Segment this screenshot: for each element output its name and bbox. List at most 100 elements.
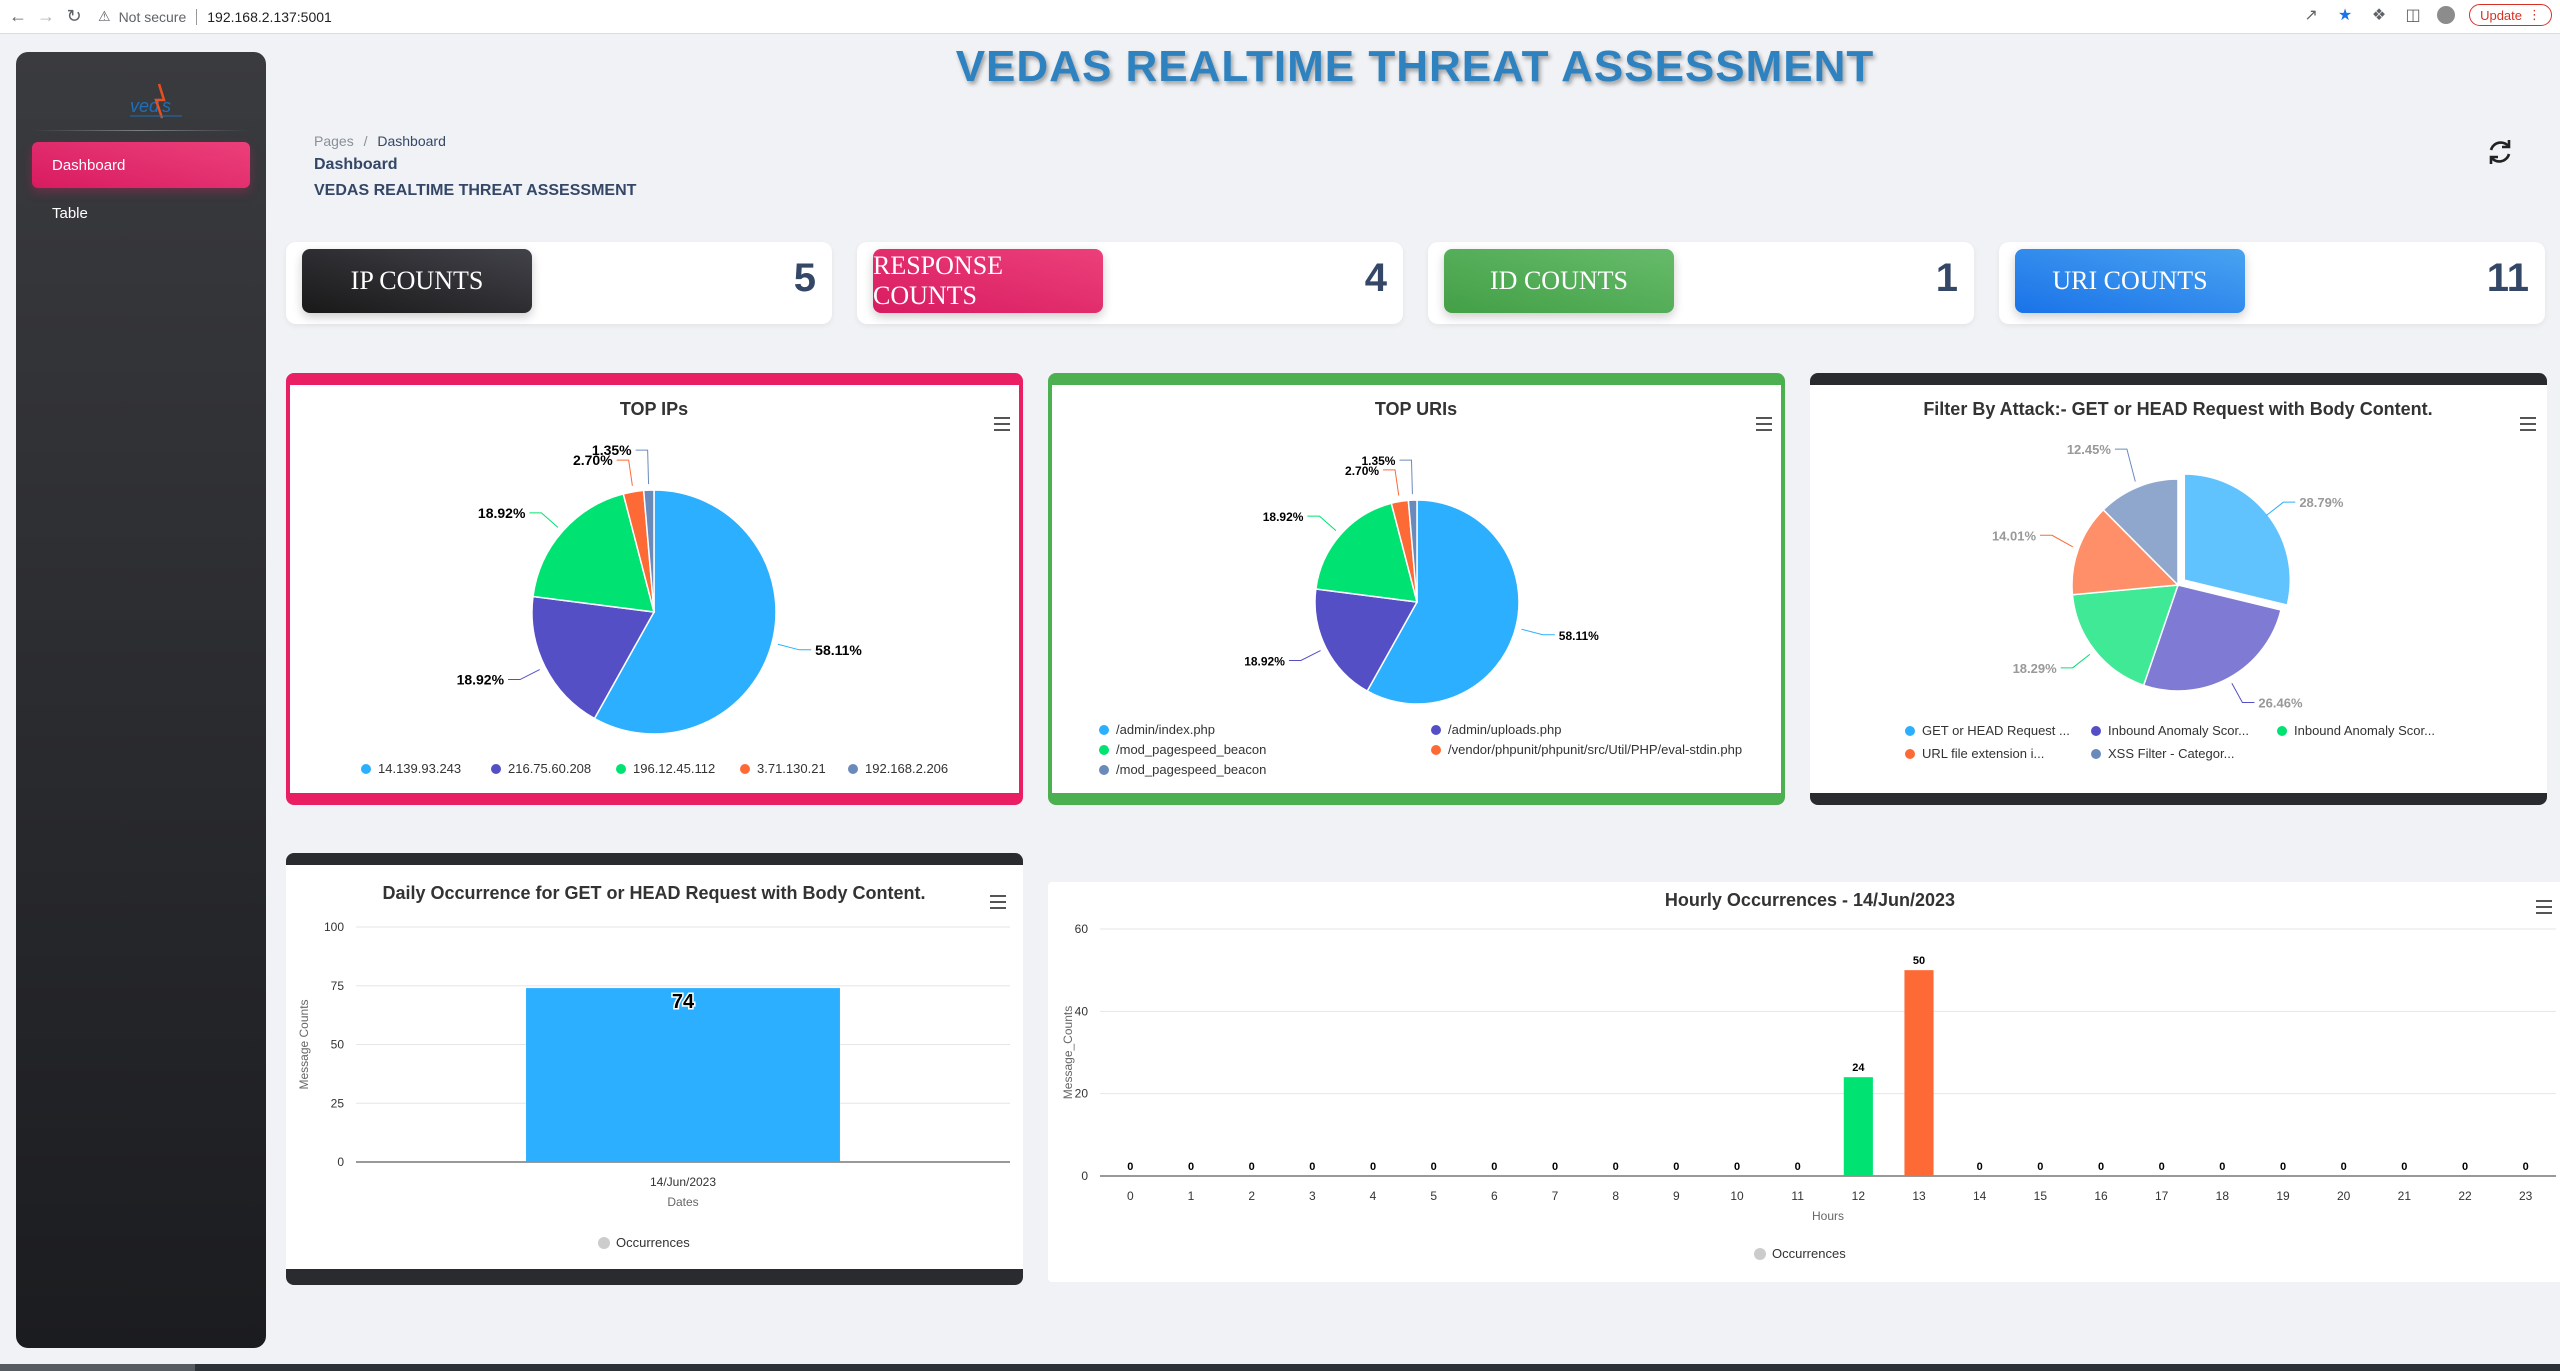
legend-item[interactable]: XSS Filter - Categor... bbox=[2108, 746, 2234, 761]
bar[interactable] bbox=[526, 988, 840, 1162]
legend-marker[interactable] bbox=[491, 764, 501, 774]
bar-data-label: 0 bbox=[2280, 1161, 2286, 1173]
sidebar-item-label: Dashboard bbox=[52, 156, 126, 174]
y-axis-title: Message Counts bbox=[297, 999, 311, 1089]
refresh-icon[interactable] bbox=[2484, 136, 2516, 168]
x-tick-label: 19 bbox=[2276, 1189, 2290, 1203]
legend-marker[interactable] bbox=[1099, 765, 1109, 775]
legend-marker[interactable] bbox=[1431, 745, 1441, 755]
legend-item[interactable]: URL file extension i... bbox=[1922, 746, 2044, 761]
legend-marker[interactable] bbox=[1905, 749, 1915, 759]
forward-icon[interactable]: → bbox=[36, 6, 56, 27]
bar-data-label: 0 bbox=[1613, 1161, 1619, 1173]
legend-item[interactable]: 3.71.130.21 bbox=[757, 761, 826, 776]
legend-item[interactable]: /vendor/phpunit/phpunit/src/Util/PHP/eva… bbox=[1448, 742, 1742, 757]
chart-menu-icon[interactable] bbox=[2520, 417, 2536, 431]
bar-data-label: 0 bbox=[1491, 1161, 1497, 1173]
address-bar[interactable]: ⚠ Not secure 192.168.2.137:5001 bbox=[98, 4, 332, 30]
bar-data-label: 0 bbox=[1188, 1161, 1194, 1173]
legend-item[interactable]: /mod_pagespeed_beacon bbox=[1116, 762, 1266, 777]
legend-item[interactable]: 196.12.45.112 bbox=[633, 761, 715, 776]
bookmark-star-icon[interactable]: ★ bbox=[2335, 5, 2355, 25]
id-count-label[interactable]: ID COUNTS bbox=[1444, 249, 1674, 313]
legend-item[interactable]: Occurrences bbox=[616, 1235, 690, 1250]
bar[interactable] bbox=[1904, 970, 1934, 1176]
legend-marker[interactable] bbox=[848, 764, 858, 774]
chart-menu-icon[interactable] bbox=[1756, 417, 1772, 431]
legend-marker[interactable] bbox=[1099, 725, 1109, 735]
pie-slice[interactable] bbox=[2183, 473, 2292, 606]
pie-connector bbox=[1521, 628, 1555, 636]
profile-avatar-icon[interactable] bbox=[2437, 6, 2456, 24]
extensions-icon[interactable]: ❖ bbox=[2369, 5, 2389, 25]
legend-marker[interactable] bbox=[361, 764, 371, 774]
chart-menu-icon[interactable] bbox=[2536, 900, 2552, 914]
url-text[interactable]: 192.168.2.137:5001 bbox=[207, 9, 332, 25]
bar-data-label: 50 bbox=[1913, 955, 1925, 967]
ip-count-label[interactable]: IP COUNTS bbox=[302, 249, 532, 313]
bar-data-label: 0 bbox=[1249, 1161, 1255, 1173]
share-icon[interactable]: ↗ bbox=[2301, 5, 2321, 25]
pie-connector bbox=[2231, 682, 2255, 704]
legend-marker[interactable] bbox=[1431, 725, 1441, 735]
side-panel-icon[interactable]: ◫ bbox=[2403, 5, 2423, 25]
bar-data-label: 0 bbox=[2037, 1161, 2043, 1173]
sidebar: ved s Dashboard Table bbox=[16, 52, 266, 1348]
legend-item[interactable]: 216.75.60.208 bbox=[508, 761, 591, 776]
chart-title: Filter By Attack:- GET or HEAD Request w… bbox=[1923, 399, 2432, 419]
sidebar-item-dashboard[interactable]: Dashboard bbox=[32, 142, 250, 188]
top-ips-card: TOP IPs 58.11% 18.92% 18.92% 2.70% 1.35% 14.13… bbox=[286, 373, 1023, 805]
update-button[interactable]: Update ⋮ bbox=[2469, 4, 2552, 26]
legend-item[interactable]: 192.168.2.206 bbox=[865, 761, 948, 776]
legend-item[interactable]: /admin/index.php bbox=[1116, 722, 1215, 737]
pie-data-label: 18.29% bbox=[2013, 661, 2058, 676]
uri-count-label[interactable]: URI COUNTS bbox=[2015, 249, 2245, 313]
legend-marker[interactable] bbox=[2277, 726, 2287, 736]
y-axis-title: Message_Counts bbox=[1061, 1006, 1075, 1099]
scrollbar-thumb[interactable] bbox=[0, 1364, 195, 1371]
legend-item[interactable]: 14.139.93.243 bbox=[378, 761, 461, 776]
legend-marker[interactable] bbox=[1905, 726, 1915, 736]
legend-item[interactable]: GET or HEAD Request ... bbox=[1922, 723, 2070, 738]
x-tick-label: 22 bbox=[2458, 1189, 2472, 1203]
x-tick-label: 20 bbox=[2337, 1189, 2351, 1203]
bar-data-label: 0 bbox=[2159, 1161, 2165, 1173]
x-tick-label: 8 bbox=[1612, 1189, 1619, 1203]
breadcrumb-root[interactable]: Pages bbox=[314, 133, 354, 149]
legend-item[interactable]: Inbound Anomaly Scor... bbox=[2294, 723, 2435, 738]
bar[interactable] bbox=[1843, 1077, 1873, 1176]
chart-menu-icon[interactable] bbox=[990, 895, 1006, 909]
legend-item[interactable]: Occurrences bbox=[1772, 1246, 1846, 1261]
vedas-logo[interactable]: ved s bbox=[126, 74, 190, 124]
response-count-value: 4 bbox=[1364, 256, 1387, 300]
bar-data-label: 0 bbox=[2462, 1161, 2468, 1173]
horizontal-scrollbar[interactable] bbox=[0, 1364, 2560, 1371]
legend-item[interactable]: /admin/uploads.php bbox=[1448, 722, 1561, 737]
legend-item[interactable]: /mod_pagespeed_beacon bbox=[1116, 742, 1266, 757]
address-divider bbox=[196, 8, 198, 25]
pie-connector bbox=[1383, 469, 1400, 496]
legend-marker[interactable] bbox=[1099, 745, 1109, 755]
chart-menu-icon[interactable] bbox=[994, 417, 1010, 431]
response-count-label[interactable]: RESPONSE COUNTS bbox=[873, 249, 1103, 313]
legend-marker[interactable] bbox=[616, 764, 626, 774]
y-tick-label: 0 bbox=[337, 1155, 344, 1169]
legend-marker[interactable] bbox=[598, 1237, 610, 1249]
legend-marker[interactable] bbox=[740, 764, 750, 774]
bar-data-label: 0 bbox=[1309, 1161, 1315, 1173]
pie-connector bbox=[616, 459, 633, 486]
bar-data-label: 0 bbox=[1977, 1161, 1983, 1173]
x-tick-label: 18 bbox=[2216, 1189, 2230, 1203]
top-uris-card: TOP URIs 58.11% 18.92% 18.92% 2.70% 1.35%/adm… bbox=[1048, 373, 1785, 805]
legend-marker[interactable] bbox=[1754, 1248, 1766, 1260]
back-icon[interactable]: ← bbox=[8, 6, 28, 27]
legend-marker[interactable] bbox=[2091, 726, 2101, 736]
legend-marker[interactable] bbox=[2091, 749, 2101, 759]
x-tick-label: 14/Jun/2023 bbox=[650, 1175, 716, 1189]
sidebar-item-table[interactable]: Table bbox=[32, 190, 250, 236]
bar-data-label: 74 bbox=[672, 991, 695, 1013]
legend-item[interactable]: Inbound Anomaly Scor... bbox=[2108, 723, 2249, 738]
pie-data-label: 18.92% bbox=[478, 505, 526, 521]
warning-icon: ⚠ bbox=[98, 8, 111, 24]
reload-icon[interactable]: ↻ bbox=[64, 6, 84, 27]
